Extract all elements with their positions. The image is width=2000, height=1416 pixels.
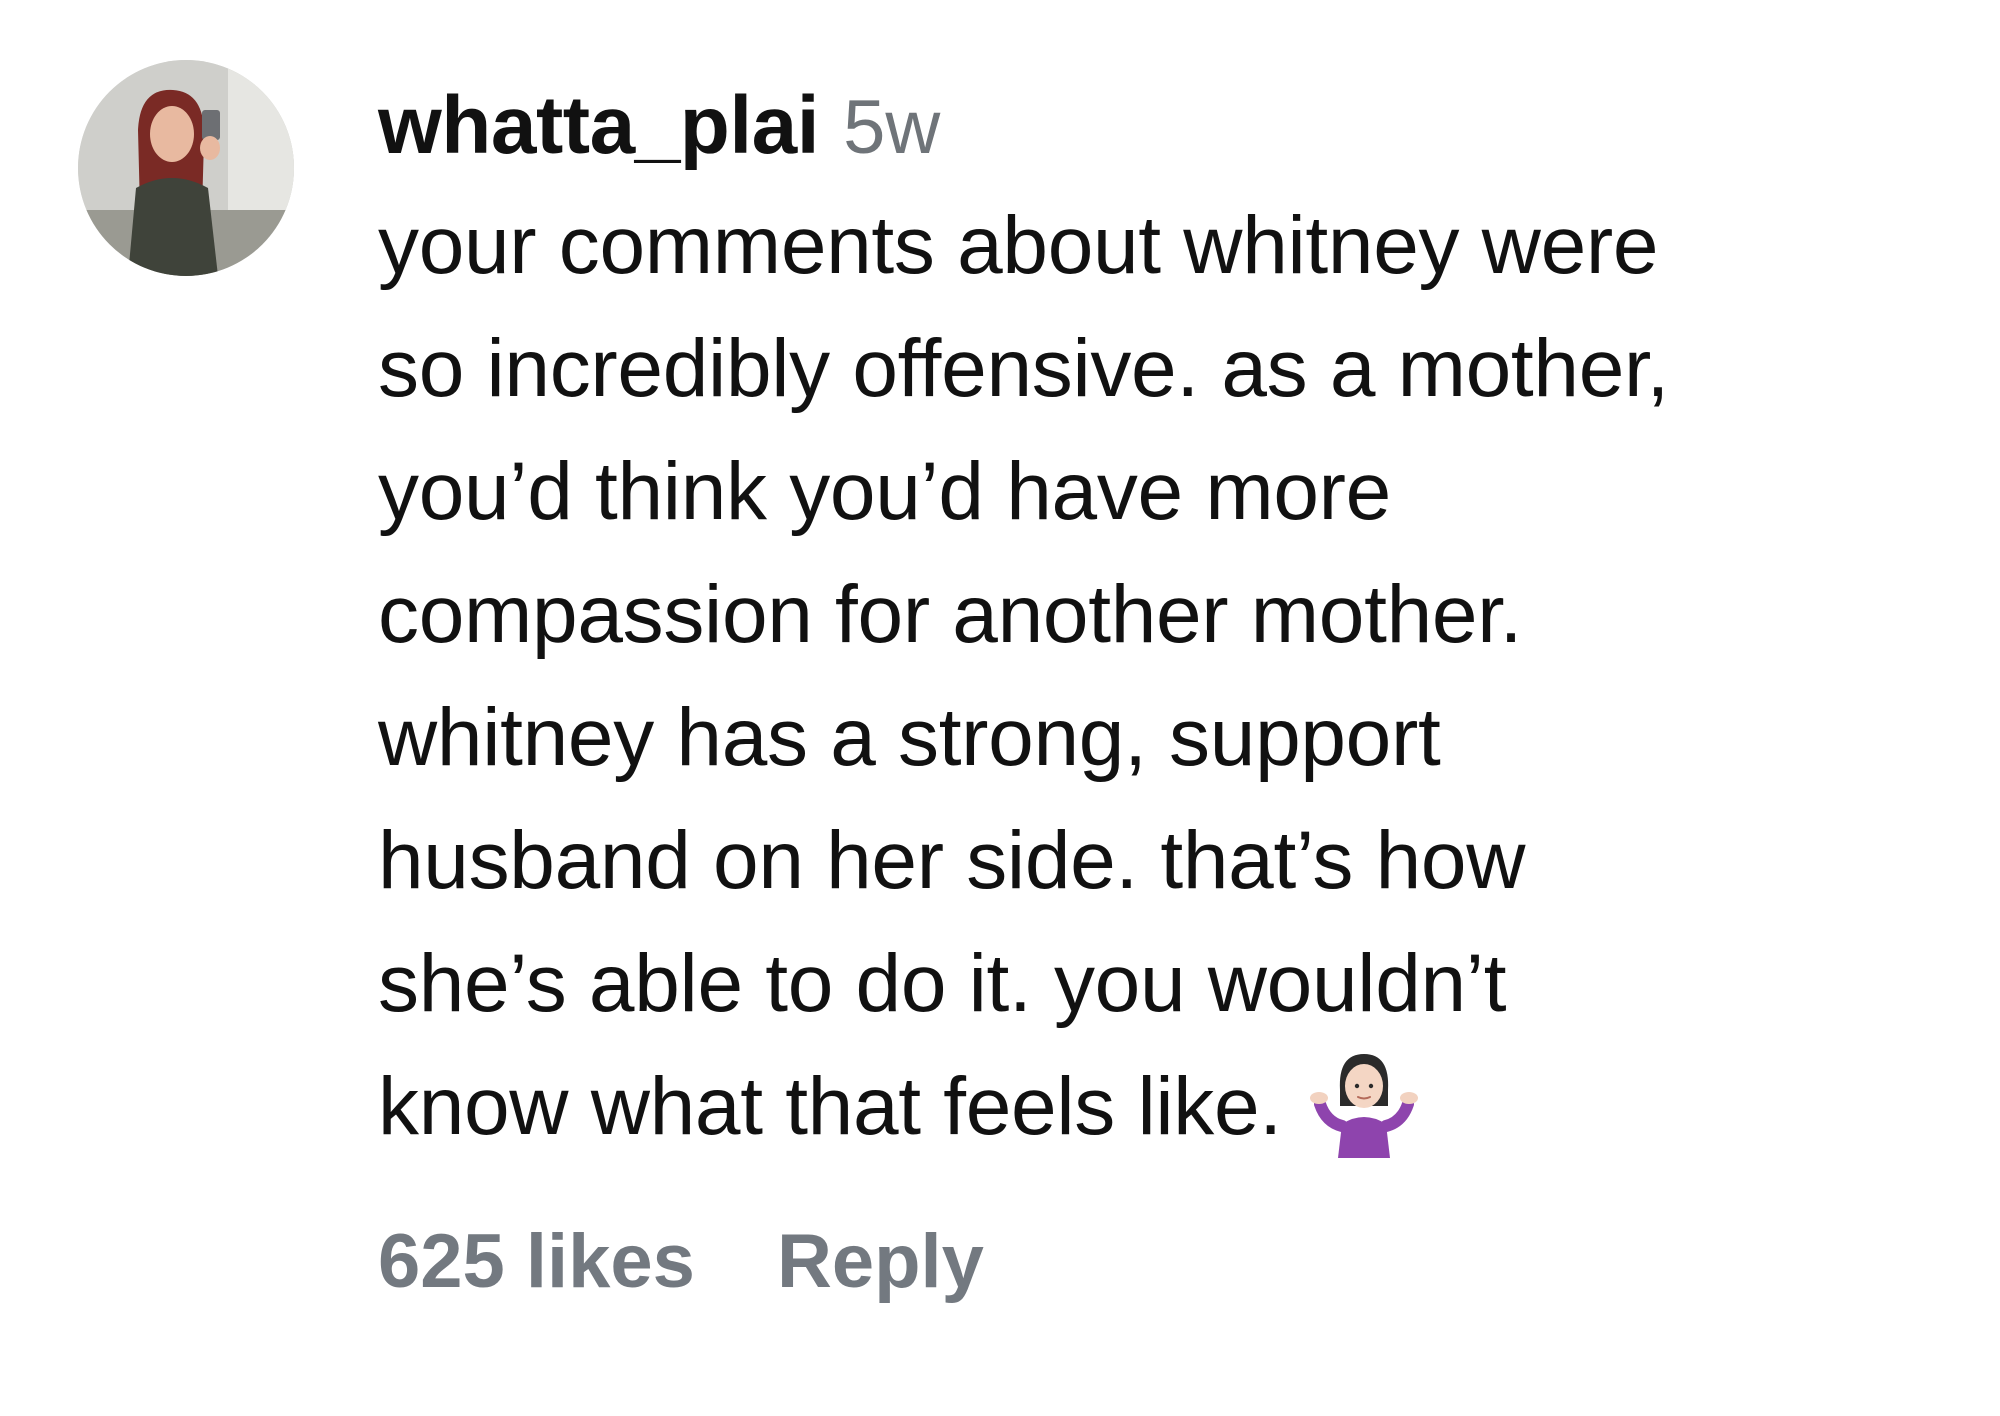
comment-text-line: compassion for another mother. xyxy=(378,569,1523,660)
comment-text-line-last: know what that feels like. xyxy=(378,1045,1978,1168)
reply-button[interactable]: Reply xyxy=(777,1219,984,1304)
comment-text-line: she’s able to do it. you wouldn’t xyxy=(378,938,1507,1029)
comment-text-line: know what that feels like. xyxy=(378,1061,1282,1152)
comment-actions: 625 likes Reply xyxy=(378,1218,984,1305)
username[interactable]: whatta_plai xyxy=(378,80,820,171)
comment-content: whatta_plai 5w your comments about whitne… xyxy=(378,78,1978,1168)
comment-header: whatta_plai 5w xyxy=(378,78,1978,174)
timestamp[interactable]: 5w xyxy=(843,85,940,170)
woman-shrugging-emoji-icon xyxy=(1308,1046,1420,1158)
comment-text-line: you’d think you’d have more xyxy=(378,446,1391,537)
avatar-photo xyxy=(78,60,294,276)
comment-text: your comments about whitney were so incr… xyxy=(378,184,1978,1168)
comment-item: whatta_plai 5w your comments about whitne… xyxy=(0,0,2000,1416)
avatar[interactable] xyxy=(78,60,294,276)
comment-text-line: husband on her side. that’s how xyxy=(378,815,1526,906)
comment-text-line: your comments about whitney were xyxy=(378,200,1659,291)
likes-count[interactable]: 625 likes xyxy=(378,1219,695,1304)
comment-text-line: so incredibly offensive. as a mother, xyxy=(378,323,1669,414)
comment-text-line: whitney has a strong, support xyxy=(378,692,1441,783)
